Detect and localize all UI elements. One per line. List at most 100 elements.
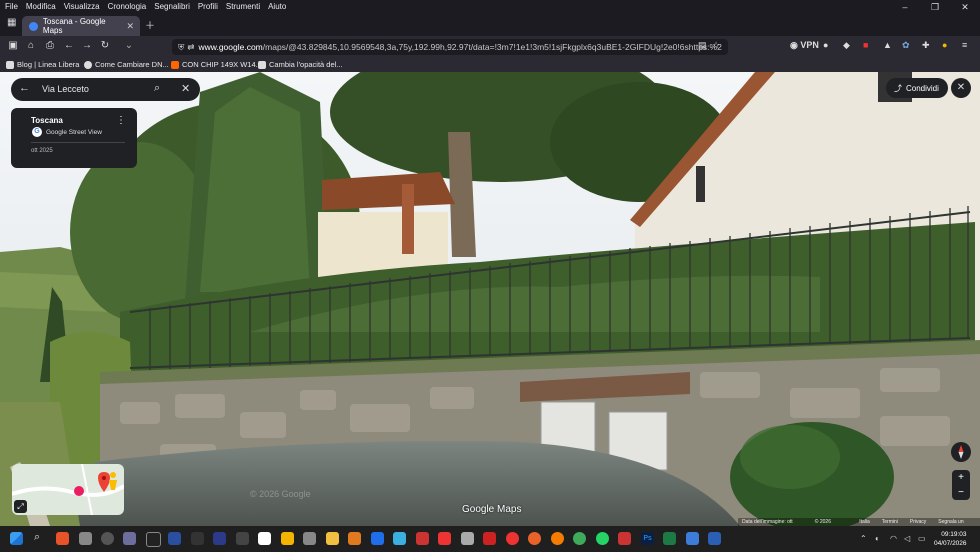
whatsapp-icon[interactable] (596, 532, 609, 545)
app-icon[interactable] (236, 532, 249, 545)
privacy-link[interactable]: Privacy (910, 518, 926, 526)
tab-list-icon[interactable]: ▦ (7, 17, 16, 28)
zoom-in-button[interactable]: + (952, 470, 970, 485)
shield-icon[interactable]: ⛨ (172, 42, 187, 52)
word-icon[interactable] (708, 532, 721, 545)
menu-visualizza[interactable]: Visualizza (59, 0, 103, 11)
tab-google-maps[interactable]: Toscana - Google Maps ✕ (22, 16, 140, 36)
app-icon[interactable] (483, 532, 496, 545)
home-icon[interactable]: ⌂ (24, 40, 38, 51)
print-icon[interactable]: ⎙ (43, 40, 57, 51)
address-bar[interactable]: ⛨ ⇄ www.google.com/maps/@43.829845,10.9569… (172, 39, 728, 55)
tray-app-icon[interactable]: ◐ (875, 534, 880, 543)
share-button[interactable]: ⤴ Condividi (886, 78, 948, 98)
app-icon[interactable] (416, 532, 429, 545)
zoom-out-button[interactable]: − (952, 485, 970, 500)
app-icon[interactable] (123, 532, 136, 545)
menu-modifica[interactable]: Modifica (21, 0, 59, 11)
reader-icon[interactable]: ▤ (698, 40, 707, 51)
search-taskbar-icon[interactable]: ⌕ (34, 531, 40, 544)
app-icon[interactable] (281, 532, 294, 545)
terms-link[interactable]: Termini (882, 518, 898, 526)
profile-avatar-icon[interactable]: ● (942, 40, 947, 50)
system-clock[interactable]: 09:19:03 04/07/2026 (934, 530, 967, 548)
wifi-icon[interactable]: ◠ (890, 534, 897, 543)
app-icon[interactable] (528, 532, 541, 545)
country-link[interactable]: Italia (859, 518, 870, 526)
extension-flag-icon[interactable]: ▲ (883, 40, 892, 50)
app-icon[interactable] (618, 532, 631, 545)
app-icon[interactable] (438, 532, 451, 545)
sidebar-icon[interactable]: ▣ (6, 40, 20, 51)
bookmark-item[interactable]: Come Cambiare DN... (84, 60, 169, 69)
close-street-view-button[interactable]: ✕ (951, 78, 971, 98)
file-explorer-icon[interactable] (326, 532, 339, 545)
app-icon[interactable] (348, 532, 361, 545)
app-icon[interactable] (686, 532, 699, 545)
bookmark-item[interactable]: Blog | Linea Libera (6, 60, 79, 69)
dropdown-icon[interactable]: ⌄ (122, 40, 136, 51)
search-icon[interactable]: ⌕ (154, 82, 160, 95)
bookmark-star-icon[interactable]: ☆ (712, 40, 720, 51)
extension-red-icon[interactable]: ■ (863, 40, 868, 50)
app-icon[interactable] (191, 532, 204, 545)
search-input[interactable]: Via Lecceto (42, 84, 89, 94)
menu-file[interactable]: File (0, 0, 21, 11)
photoshop-icon[interactable]: Ps (641, 532, 654, 545)
permissions-icon[interactable]: ⇄ (187, 42, 198, 52)
bookmark-item[interactable]: CON CHIP 149X W14... (171, 60, 262, 69)
app-icon[interactable] (506, 532, 519, 545)
app-icon[interactable] (573, 532, 586, 545)
menu-cronologia[interactable]: Cronologia (103, 0, 150, 11)
extension-puzzle-icon[interactable]: ✚ (922, 40, 930, 51)
start-icon[interactable] (10, 532, 23, 545)
mini-map[interactable]: ⤢ (12, 464, 124, 515)
app-icon[interactable] (258, 532, 271, 545)
app-icon[interactable] (213, 532, 226, 545)
back-icon[interactable]: ← (62, 40, 76, 51)
extension-g-icon[interactable]: ● (823, 40, 828, 50)
more-options-icon[interactable]: ⋮ (116, 115, 126, 126)
volume-icon[interactable]: ◁ (904, 534, 910, 543)
app-icon[interactable] (79, 532, 92, 545)
restore-icon[interactable]: ❐ (920, 0, 950, 14)
app-menu-icon[interactable]: ≡ (962, 40, 967, 50)
app-icon[interactable] (101, 532, 114, 545)
extension-shield-icon[interactable]: ◆ (843, 40, 850, 51)
bookmark-label: Come Cambiare DN... (95, 60, 169, 69)
extension-colors-icon[interactable]: ✿ (902, 40, 910, 51)
menu-aiuto[interactable]: Aiuto (263, 0, 289, 11)
reload-icon[interactable]: ↻ (98, 40, 112, 51)
menu-profili[interactable]: Profili (193, 0, 221, 11)
menu-segnalibri[interactable]: Segnalibri (149, 0, 193, 11)
new-tab-icon[interactable]: ＋ (145, 17, 155, 32)
vpn-button[interactable]: ◉ VPN (790, 40, 819, 51)
street-view-image[interactable]: © 2026 Google (0, 72, 980, 526)
app-icon[interactable] (393, 532, 406, 545)
expand-map-icon[interactable]: ⤢ (14, 500, 27, 513)
app-icon[interactable] (56, 532, 69, 545)
app-icon[interactable] (461, 532, 474, 545)
close-window-icon[interactable]: ✕ (950, 0, 980, 14)
url-host: www.google.com (198, 42, 263, 52)
bookmark-item[interactable]: Cambia l'opacità del... (258, 60, 343, 69)
chevron-up-icon[interactable]: ⌃ (860, 534, 867, 543)
tab-close-icon[interactable]: ✕ (126, 21, 134, 32)
compass-button[interactable] (951, 442, 971, 462)
place-card[interactable]: Toscana ⋮ G Google Street View ott 2025 (11, 108, 137, 168)
app-icon[interactable] (303, 532, 316, 545)
forward-icon[interactable]: → (80, 40, 94, 51)
back-arrow-icon[interactable]: ← (19, 82, 30, 94)
menu-strumenti[interactable]: Strumenti (221, 0, 263, 11)
app-icon[interactable] (168, 532, 181, 545)
bookmark-label: Blog | Linea Libera (17, 60, 80, 69)
street-view-panorama[interactable]: © 2026 Google (0, 72, 980, 526)
clear-search-icon[interactable]: ✕ (181, 82, 190, 95)
minimize-icon[interactable]: – (890, 0, 920, 14)
firefox-icon[interactable] (551, 532, 564, 545)
battery-icon[interactable]: ▭ (918, 534, 926, 543)
app-icon[interactable] (371, 532, 384, 545)
excel-icon[interactable] (663, 532, 676, 545)
report-problem-link[interactable]: Segnala un problema (938, 518, 980, 533)
app-icon[interactable] (146, 532, 161, 547)
